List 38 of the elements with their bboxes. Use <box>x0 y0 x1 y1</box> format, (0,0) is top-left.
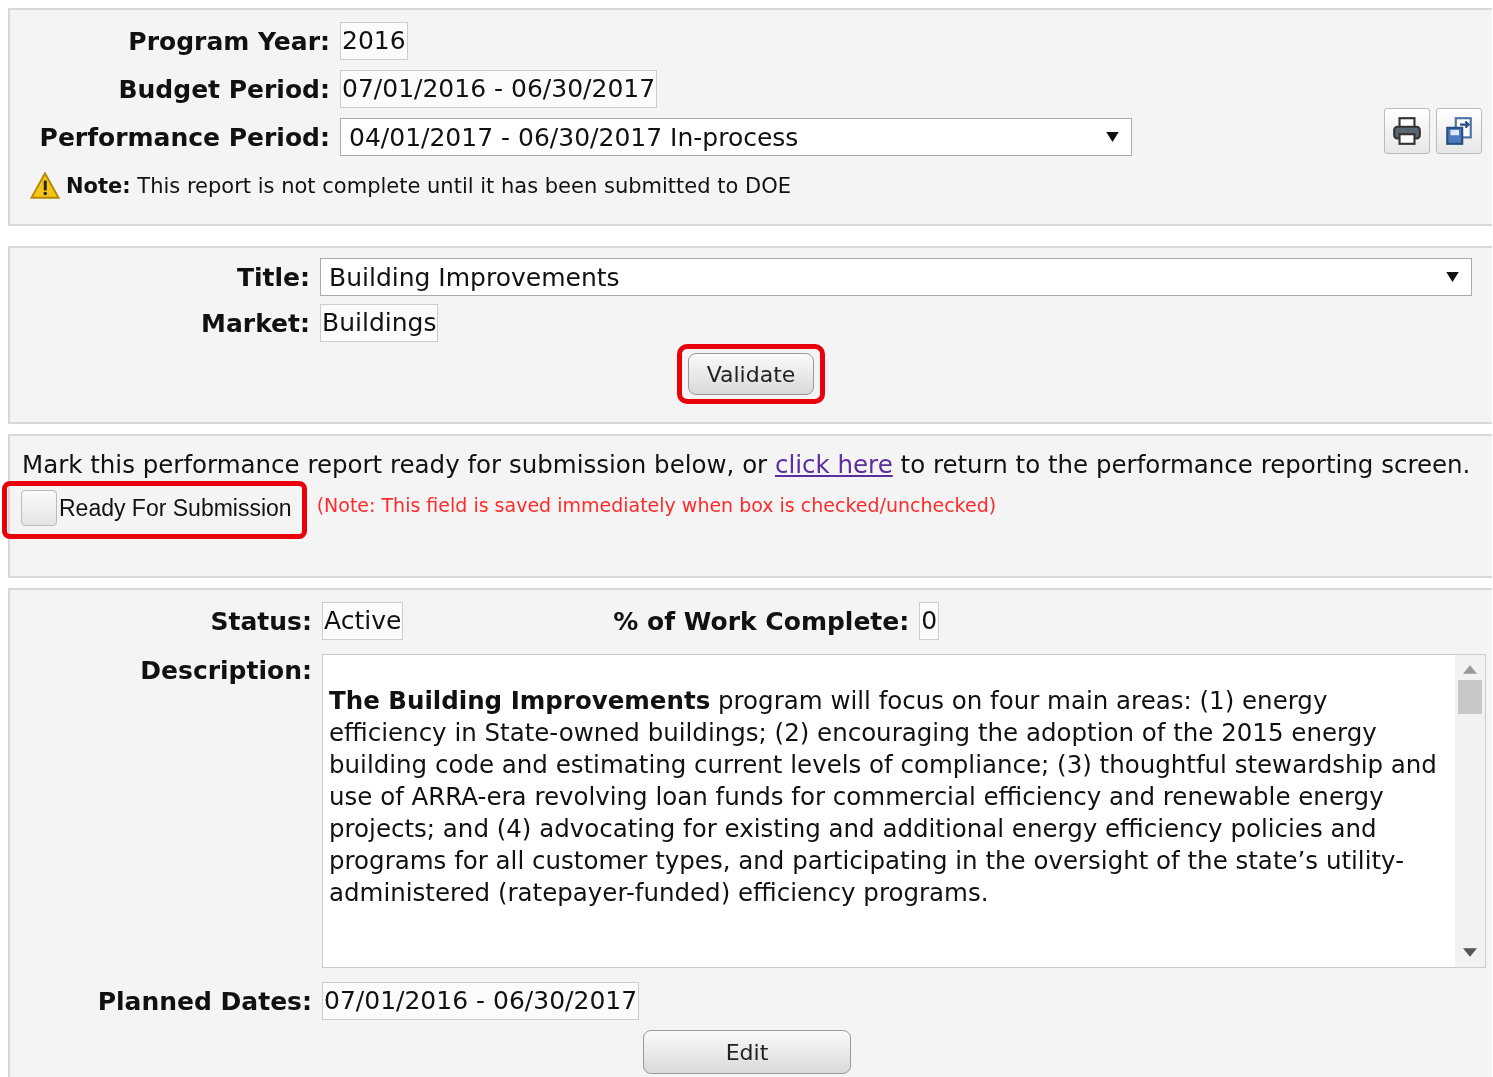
field-value: 2016 <box>340 22 408 60</box>
ready-checkbox[interactable]: Ready For Submission <box>21 490 292 526</box>
field-label: Title: <box>235 262 310 292</box>
checkbox[interactable] <box>21 490 57 526</box>
scroll-thumb[interactable] <box>1458 680 1482 714</box>
planned-dates-value: 07/01/2016 - 06/30/2017 <box>322 982 640 1020</box>
save-note: (Note: This field is saved immediately when box is checked/unchecked) <box>316 494 997 516</box>
field-label: Program Year: <box>127 26 330 56</box>
title-dropdown[interactable]: Building Improvements <box>320 258 1472 296</box>
export-button[interactable] <box>1436 108 1482 154</box>
field-label: Market: <box>200 308 310 338</box>
note-text: Note: This report is not complete until it has been submitted to DOE <box>66 173 791 198</box>
scrollbar[interactable] <box>1455 655 1485 967</box>
warning-icon <box>30 172 60 199</box>
field-value: Buildings <box>320 304 439 342</box>
print-button[interactable] <box>1384 108 1430 154</box>
instruction-text: Mark this performance report ready for submission below, or click here to return to the performance reporting screen. <box>22 449 1472 481</box>
export-icon <box>1443 115 1475 147</box>
validate-button[interactable]: Validate <box>687 353 815 395</box>
edit-button[interactable]: Edit <box>643 1030 851 1074</box>
scroll-down-icon <box>1463 948 1477 957</box>
description-text: The Building Improvements program will focus on four main areas: (1) energy efficiency in State-owned buildings; (2) encouraging the adoption of the 2015 energy building code and estimating current levels of compliance; (3) thoughtful stewardship and use of ARRA-era revolving loan funds for commercial efficiency and renewable energy projects; and (4) advocating for existing and additional energy efficiency policies and programs for all customer types, and participating in the oversight of the state’s utility-administered (ratepayer-funded) efficiency programs. <box>328 685 1438 909</box>
printer-icon <box>1391 115 1423 147</box>
caret-icon <box>1106 132 1119 142</box>
field-label: Status: <box>209 606 312 636</box>
scroll-up-icon <box>1463 665 1477 674</box>
percent-value: 0 <box>919 602 940 640</box>
field-label: Planned Dates: <box>96 986 312 1016</box>
description-area[interactable] <box>322 654 1486 968</box>
field-label: Description: <box>139 655 312 685</box>
status-value: Active <box>322 602 404 640</box>
field-label: Budget Period: <box>117 74 330 104</box>
field-label: Performance Period: <box>38 122 330 152</box>
return-link[interactable]: click here <box>775 450 893 479</box>
field-label: % of Work Complete: <box>613 606 910 636</box>
field-value: 07/01/2016 - 06/30/2017 <box>340 70 658 108</box>
caret-icon <box>1446 272 1459 282</box>
period-dropdown[interactable]: 04/01/2017 - 06/30/2017 In-process <box>340 118 1132 156</box>
